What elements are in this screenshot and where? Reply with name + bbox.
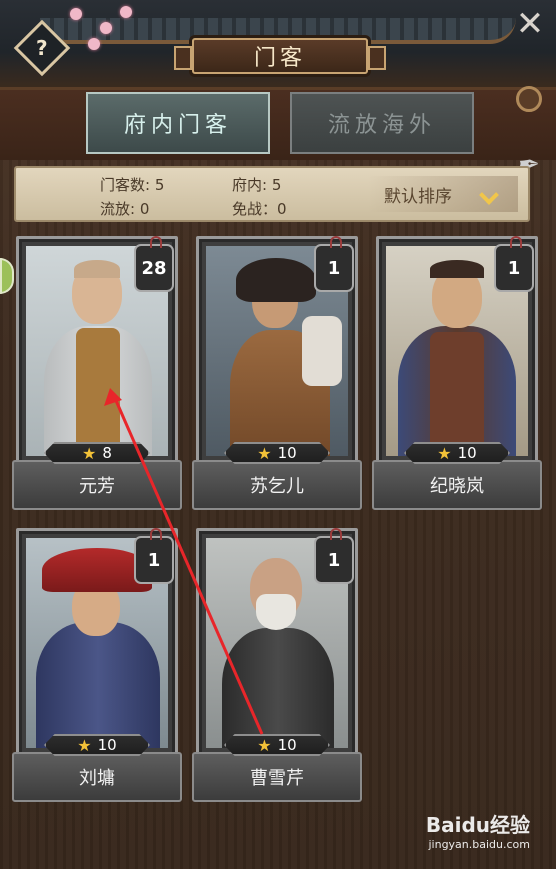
retainer-count: 门客数: 5 <box>100 176 165 194</box>
blossom-decoration <box>120 6 132 18</box>
level-badge: 1 <box>314 528 354 584</box>
star-rating: ★ 10 <box>404 442 510 464</box>
star-count: 10 <box>277 444 297 462</box>
star-count: 10 <box>277 736 297 754</box>
card-name: 曹雪芹 <box>192 752 362 802</box>
star-count: 10 <box>97 736 117 754</box>
retainer-card[interactable]: 28 元芳 ★ 8 <box>12 236 182 514</box>
tab-inside-residence[interactable]: 府内门客 <box>86 92 270 154</box>
blossom-decoration <box>70 8 82 20</box>
sort-dropdown[interactable]: 默认排序 <box>368 176 518 212</box>
watermark-url: jingyan.baidu.com <box>428 838 530 851</box>
star-icon: ★ <box>437 443 452 463</box>
star-count: 10 <box>457 444 477 462</box>
star-icon: ★ <box>77 735 92 755</box>
card-name: 元芳 <box>12 460 182 510</box>
close-icon[interactable]: ✕ <box>512 6 548 42</box>
retainer-card[interactable]: 1 苏乞儿 ★ 10 <box>192 236 362 514</box>
star-count: 8 <box>102 444 112 462</box>
level-badge: 1 <box>134 528 174 584</box>
stats-bar: 门客数: 5 府内: 5 流放: 0 免战：0 默认排序 <box>14 166 530 222</box>
page-title: 门客 <box>174 38 386 74</box>
card-name: 刘墉 <box>12 752 182 802</box>
exempt-count: 免战：0 <box>232 200 287 218</box>
question-icon: ? <box>36 35 48 60</box>
level-badge: 1 <box>494 236 534 292</box>
inside-count: 府内: 5 <box>232 176 282 194</box>
retainer-card[interactable]: 1 刘墉 ★ 10 <box>12 528 182 806</box>
star-icon: ★ <box>82 443 97 463</box>
star-rating: ★ 10 <box>44 734 150 756</box>
blossom-decoration <box>100 22 112 34</box>
retainer-card[interactable]: 1 曹雪芹 ★ 10 <box>192 528 362 806</box>
star-rating: ★ 10 <box>224 442 330 464</box>
chevron-down-icon <box>479 185 499 205</box>
retainer-card[interactable]: 1 纪晓岚 ★ 10 <box>372 236 542 514</box>
card-name: 纪晓岚 <box>372 460 542 510</box>
star-icon: ★ <box>257 735 272 755</box>
exiled-count: 流放: 0 <box>100 200 150 218</box>
level-badge: 28 <box>134 236 174 292</box>
star-icon: ★ <box>257 443 272 463</box>
star-rating: ★ 8 <box>44 442 150 464</box>
tab-exiled-overseas[interactable]: 流放海外 <box>290 92 474 154</box>
card-name: 苏乞儿 <box>192 460 362 510</box>
level-badge: 1 <box>314 236 354 292</box>
blossom-decoration <box>88 38 100 50</box>
coin-icon <box>516 86 542 112</box>
watermark-brand: Baidu经验 <box>425 813 530 837</box>
sort-label: 默认排序 <box>384 186 452 207</box>
star-rating: ★ 10 <box>224 734 330 756</box>
watermark: Baidu经验 jingyan.baidu.com <box>426 809 530 851</box>
